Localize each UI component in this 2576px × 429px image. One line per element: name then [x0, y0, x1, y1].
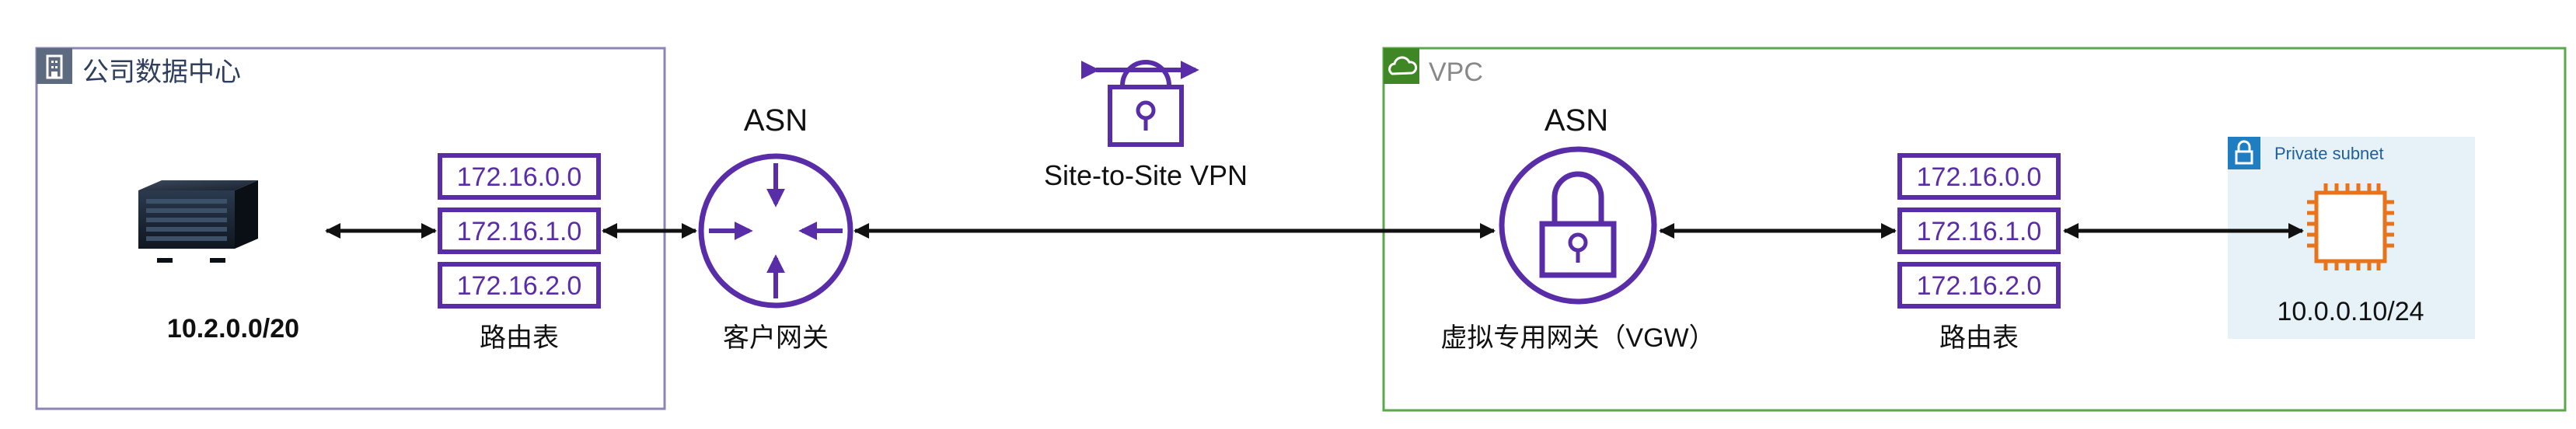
- route-table-right: 172.16.0.0 172.16.1.0 172.16.2.0 路由表: [1897, 153, 2061, 353]
- vpn-label: Site-to-Site VPN: [1044, 159, 1248, 191]
- route-entry: 172.16.2.0: [457, 271, 582, 301]
- vpc-title: VPC: [1429, 58, 1483, 87]
- building-icon: [37, 48, 72, 84]
- vpn-icon: [1080, 60, 1199, 147]
- private-subnet: Private subnet 10.0.0.10/24: [2228, 137, 2475, 339]
- route-table-label: 路由表: [1939, 323, 2019, 353]
- private-subnet-label: Private subnet: [2274, 144, 2384, 163]
- virtual-private-gateway: ASN 虚拟专用网关（VGW）: [1440, 103, 1715, 353]
- server-icon: [138, 180, 258, 263]
- vpc-group: VPC ASN 虚拟专用网关（VGW） 172.16.0.0 172.16.1.…: [1382, 47, 2567, 412]
- route-entry: 172.16.1.0: [457, 217, 582, 246]
- cloud-icon: [1384, 48, 1419, 84]
- vgw-label: 虚拟专用网关（VGW）: [1440, 323, 1715, 353]
- customer-gateway: ASN 客户网关: [698, 103, 853, 353]
- customer-gateway-asn: ASN: [744, 103, 808, 138]
- vgw-asn: ASN: [1545, 103, 1608, 138]
- customer-gateway-label: 客户网关: [723, 323, 829, 353]
- route-entry: 172.16.2.0: [1917, 271, 2042, 301]
- datacenter-title: 公司数据中心: [82, 58, 241, 87]
- route-table-left: 172.16.0.0 172.16.1.0 172.16.2.0 路由表: [438, 153, 601, 353]
- datacenter-group: 公司数据中心 10.2.0.0/20 172.16.0.0 172.16.1.0…: [35, 47, 853, 410]
- server-cidr-label: 10.2.0.0/20: [167, 314, 299, 344]
- route-entry: 172.16.0.0: [1917, 162, 2042, 192]
- instance-cidr-label: 10.0.0.10/24: [2277, 297, 2424, 326]
- route-table-label: 路由表: [480, 323, 559, 353]
- route-entry: 172.16.0.0: [457, 162, 582, 192]
- subnet-lock-icon: [2228, 137, 2260, 169]
- ec2-instance-icon: [2307, 183, 2394, 270]
- route-entry: 172.16.1.0: [1917, 217, 2042, 246]
- network-diagram: 公司数据中心 10.2.0.0/20 172.16.0.0 172.16.1.0…: [0, 0, 2576, 429]
